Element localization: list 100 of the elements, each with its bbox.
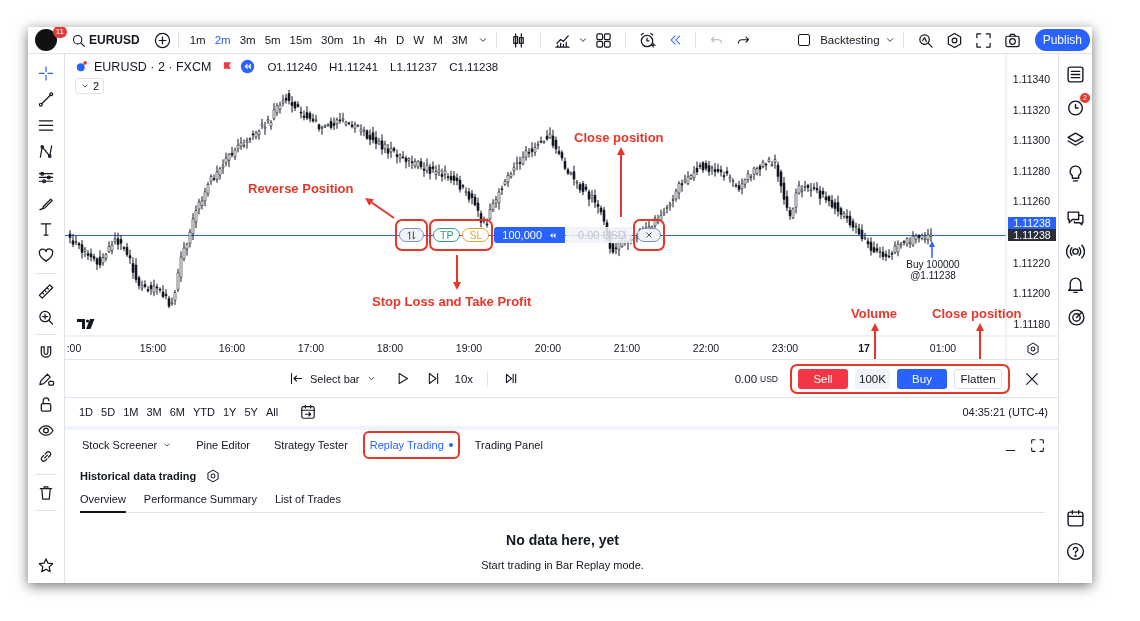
range-button[interactable]: All [265,406,279,418]
target-icon[interactable] [1067,308,1086,327]
interval-button[interactable]: M [433,34,443,46]
fullscreen-icon[interactable] [974,31,992,49]
bell-icon[interactable] [1066,275,1085,294]
zoom-in-icon[interactable] [37,308,55,326]
maximize-icon[interactable] [1030,437,1045,453]
magnifier-icon[interactable] [916,31,934,49]
trend-line-icon[interactable] [37,90,55,108]
panel-tab[interactable]: Pine Editor [194,431,252,459]
collapse-button[interactable]: 2 [75,78,105,94]
add-symbol-icon[interactable] [153,31,171,49]
flatten-button[interactable]: Flatten [954,368,1002,389]
annotation-arrow [365,198,395,219]
quantity-text: 100,000 [502,229,543,241]
search-icon [71,32,86,48]
calendar-icon[interactable] [1066,509,1085,528]
subtab[interactable]: Performance Summary [143,493,257,513]
close-icon[interactable] [1024,370,1040,387]
heart-icon[interactable] [37,246,55,264]
panel-tab[interactable]: Strategy Tester [272,431,350,459]
globe-icon [75,60,88,73]
price-label: 1.11300 [1012,134,1050,147]
settings-icon[interactable] [945,31,963,49]
logo-icon [76,316,96,332]
replay-icon[interactable] [240,59,256,74]
annotation-arrow [453,254,461,290]
pattern-icon[interactable] [37,142,55,160]
ruler-icon[interactable] [37,282,55,300]
panel-tab[interactable]: Stock Screener [80,431,175,459]
checkbox[interactable] [798,34,811,46]
help-icon[interactable] [1066,542,1085,561]
select-bar-dropdown[interactable]: Select bar [287,368,379,389]
interval-button[interactable]: 5m [264,34,281,46]
range-button[interactable]: 5D [101,406,116,418]
empty-title: No data here, yet [506,532,619,548]
trade-label: Buy 100000 [905,259,961,270]
crosshair-icon[interactable] [37,65,55,82]
star-icon[interactable] [37,557,55,574]
reverse-position-button[interactable] [399,228,424,242]
currency-label: USD [760,373,778,384]
speed-button[interactable]: 10x [454,372,474,385]
interval-button[interactable]: 4h [374,34,387,46]
settings-icon[interactable] [206,469,221,483]
trash-icon[interactable] [37,484,55,502]
annotation-label: Volume [851,306,897,321]
range-button[interactable]: 3M [146,406,162,418]
panel-tab[interactable]: Replay Trading [362,431,460,459]
clock-icon[interactable] [1066,98,1085,117]
publish-button[interactable]: Publish [1034,29,1090,51]
close-position-button[interactable] [636,228,661,242]
indicator-count: 2 [93,80,100,92]
range-button[interactable]: 1D [79,406,94,418]
range-button[interactable]: YTD [192,406,215,418]
price-label: 1.11260 [1012,195,1050,208]
ohlc-value: O1.11240 [267,60,318,73]
interval-button[interactable]: 1h [352,34,366,46]
settings-icon[interactable] [1026,342,1040,356]
backtesting-dropdown[interactable]: Backtesting [820,34,880,46]
chat-icon[interactable] [1066,209,1085,228]
broadcast-icon[interactable] [1066,242,1085,261]
interval-button[interactable]: W [413,34,425,46]
grid-icon[interactable] [594,31,612,49]
range-button[interactable]: 1Y [222,406,237,418]
avatar[interactable] [35,29,57,51]
range-button[interactable]: 6M [169,406,185,418]
alarm-clock-icon[interactable] [638,31,656,49]
list-icon[interactable] [1066,65,1085,84]
ohlc-value: L1.11237 [390,60,438,73]
buy-button[interactable]: Buy [897,368,947,389]
interval-button[interactable]: 3M [451,34,468,46]
interval-button[interactable]: D [395,34,405,46]
select-bar-icon [289,371,304,386]
price-label: 1.11200 [1012,287,1050,300]
lightbulb-icon[interactable] [1066,164,1085,183]
interval-button[interactable]: 30m [321,34,344,46]
annotation-arrow [976,323,984,360]
price-label: 1.11220 [1012,256,1050,269]
annotation-arrow [871,323,879,360]
position-quantity[interactable]: 100,000 [494,227,566,243]
range-button[interactable]: 1M [123,406,139,418]
notification-badge: 11 [52,27,67,38]
range-button[interactable]: 5Y [244,406,258,418]
interval-button[interactable]: 1m [189,34,206,46]
pnl-value: 0.00 [734,372,758,385]
interval-button[interactable]: 3m [239,34,256,46]
sell-button[interactable]: Sell [798,368,848,389]
time-label: 20:00 [534,342,562,354]
camera-icon[interactable] [1003,31,1021,49]
subtab[interactable]: List of Trades [274,493,341,513]
time-label: 17 [858,342,870,354]
interval-button[interactable]: 15m [289,34,312,46]
symbol-search[interactable]: EURUSD [71,32,140,48]
subtab[interactable]: Overview [80,493,126,513]
swap-arrows-icon [406,229,417,241]
panel-tab[interactable]: Trading Panel [472,431,545,459]
interval-button[interactable]: 2m [214,34,231,46]
calendar-icon[interactable] [300,404,317,420]
quantity-button[interactable]: 100K [855,368,890,389]
trade-label: @1.11238 [910,270,957,281]
